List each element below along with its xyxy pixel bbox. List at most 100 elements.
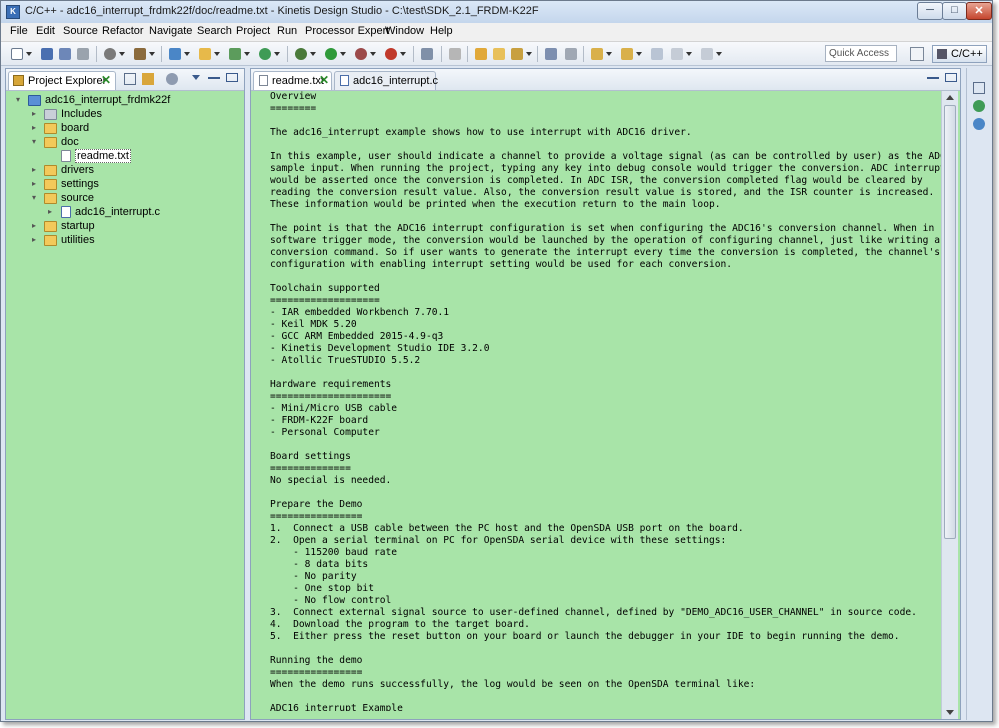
expanded-twisty-icon[interactable]: ▾ <box>16 95 24 105</box>
back-button[interactable] <box>669 46 692 62</box>
next-annotation-button[interactable] <box>589 46 612 62</box>
collapsed-twisty-icon[interactable]: ▸ <box>32 165 40 175</box>
build-config-button[interactable] <box>102 46 125 62</box>
minimize-view-icon[interactable] <box>208 77 220 79</box>
forward-button[interactable] <box>699 46 722 62</box>
menu-window[interactable]: Window <box>385 25 424 37</box>
folder-icon <box>44 123 57 134</box>
scroll-up-arrow-icon[interactable] <box>946 95 954 100</box>
menu-processor-expert[interactable]: Processor Expert <box>305 25 389 37</box>
toggle-word-wrap-button[interactable] <box>563 46 579 62</box>
menu-navigate[interactable]: Navigate <box>149 25 192 37</box>
collapsed-twisty-icon[interactable]: ▸ <box>48 207 56 217</box>
menu-edit[interactable]: Edit <box>36 25 55 37</box>
expanded-twisty-icon[interactable]: ▾ <box>32 193 40 203</box>
close-tab-icon[interactable]: ✕ <box>101 73 111 87</box>
close-window-button[interactable]: ✕ <box>966 2 992 20</box>
tab-project-explorer[interactable]: Project Explorer ✕ <box>8 71 116 90</box>
menu-source[interactable]: Source <box>63 25 98 37</box>
search-button[interactable] <box>509 46 532 62</box>
save-button[interactable] <box>39 46 55 62</box>
outline-icon[interactable] <box>973 100 985 112</box>
maximize-button[interactable]: □ <box>942 2 967 20</box>
folder-icon <box>44 179 57 190</box>
toolbar-separator <box>413 46 414 62</box>
maximize-view-icon[interactable] <box>226 73 238 82</box>
scrollbar-thumb[interactable] <box>944 105 956 539</box>
editor-text-area[interactable]: Overview ======== The adc16_interrupt ex… <box>270 91 942 711</box>
collapsed-twisty-icon[interactable]: ▸ <box>32 109 40 119</box>
skip-breakpoints-button[interactable] <box>419 46 435 62</box>
dropdown-arrow-icon <box>26 52 32 56</box>
menu-refactor[interactable]: Refactor <box>102 25 144 37</box>
title-bar[interactable]: K C/C++ - adc16_interrupt_frdmk22f/doc/r… <box>1 1 992 23</box>
task-icon <box>449 48 461 60</box>
main-toolbar: Quick Access C/C++ <box>1 42 992 66</box>
close-tab-icon[interactable]: ✕ <box>319 73 329 87</box>
collapsed-twisty-icon[interactable]: ▸ <box>32 221 40 231</box>
link-with-editor-icon[interactable] <box>142 73 154 85</box>
toolbar-separator <box>96 46 97 62</box>
processor-expert-button[interactable] <box>383 46 406 62</box>
expanded-twisty-icon[interactable]: ▾ <box>32 137 40 147</box>
menu-run[interactable]: Run <box>277 25 297 37</box>
debug-button[interactable] <box>293 46 316 62</box>
external-tools-button[interactable] <box>353 46 376 62</box>
new-project-button[interactable] <box>167 46 190 62</box>
refresh-button[interactable] <box>257 46 280 62</box>
save-all-button[interactable] <box>57 46 73 62</box>
kinetis-app-icon[interactable]: K <box>6 5 20 19</box>
new-file-icon <box>11 48 23 60</box>
tab-adc16-interrupt-c[interactable]: adc16_interrupt.c <box>334 71 438 90</box>
toolbar-separator <box>467 46 468 62</box>
menu-help[interactable]: Help <box>430 25 453 37</box>
project-explorer-tabbar: Project Explorer ✕ <box>6 69 244 91</box>
project-folder-icon <box>28 95 41 106</box>
dropdown-arrow-icon <box>340 52 346 56</box>
filter-icon[interactable] <box>166 73 178 85</box>
toggle-mark-occurrences-button[interactable] <box>543 46 559 62</box>
scroll-down-arrow-icon[interactable] <box>946 710 954 715</box>
tree-item-label: doc <box>61 136 79 148</box>
toolbar-separator <box>161 46 162 62</box>
open-perspective-button[interactable] <box>910 47 924 61</box>
perspective-cpp-button[interactable]: C/C++ <box>932 45 987 63</box>
includes-icon <box>44 109 57 120</box>
open-task-button[interactable] <box>447 46 463 62</box>
search-icon <box>511 48 523 60</box>
editor-vertical-scrollbar[interactable] <box>941 91 958 719</box>
task-list-icon[interactable] <box>973 118 985 130</box>
last-edit-button[interactable] <box>649 46 665 62</box>
tree-item-label: drivers <box>61 164 95 176</box>
open-type-button[interactable] <box>473 46 489 62</box>
dropdown-arrow-icon <box>400 52 406 56</box>
collapse-all-icon[interactable] <box>124 73 136 85</box>
restore-view-icon[interactable] <box>973 82 985 94</box>
dropdown-arrow-icon <box>274 52 280 56</box>
run-button[interactable] <box>323 46 346 62</box>
quick-access-input[interactable]: Quick Access <box>825 45 897 62</box>
open-element-button[interactable] <box>491 46 507 62</box>
menu-search[interactable]: Search <box>197 25 232 37</box>
previous-annotation-button[interactable] <box>619 46 642 62</box>
collapsed-twisty-icon[interactable]: ▸ <box>32 179 40 189</box>
build-button[interactable] <box>132 46 155 62</box>
menu-project[interactable]: Project <box>236 25 270 37</box>
dropdown-arrow-icon <box>119 52 125 56</box>
menu-file[interactable]: File <box>10 25 28 37</box>
minimize-button[interactable]: ─ <box>917 2 943 20</box>
tab-readme-txt[interactable]: readme.txt ✕ <box>253 71 332 90</box>
collapsed-twisty-icon[interactable]: ▸ <box>32 235 40 245</box>
minimize-editor-icon[interactable] <box>927 77 939 79</box>
tree-item-label: Includes <box>61 108 102 120</box>
editor-panel: readme.txt ✕ adc16_interrupt.c Overview … <box>250 68 961 720</box>
new-folder-button[interactable] <box>197 46 220 62</box>
new-class-button[interactable] <box>227 46 250 62</box>
gear-icon <box>104 48 116 60</box>
maximize-editor-icon[interactable] <box>945 73 957 82</box>
print-button[interactable] <box>75 46 91 62</box>
view-menu-icon[interactable] <box>192 75 200 80</box>
collapsed-twisty-icon[interactable]: ▸ <box>32 123 40 133</box>
new-button[interactable] <box>9 46 32 62</box>
dropdown-arrow-icon <box>310 52 316 56</box>
